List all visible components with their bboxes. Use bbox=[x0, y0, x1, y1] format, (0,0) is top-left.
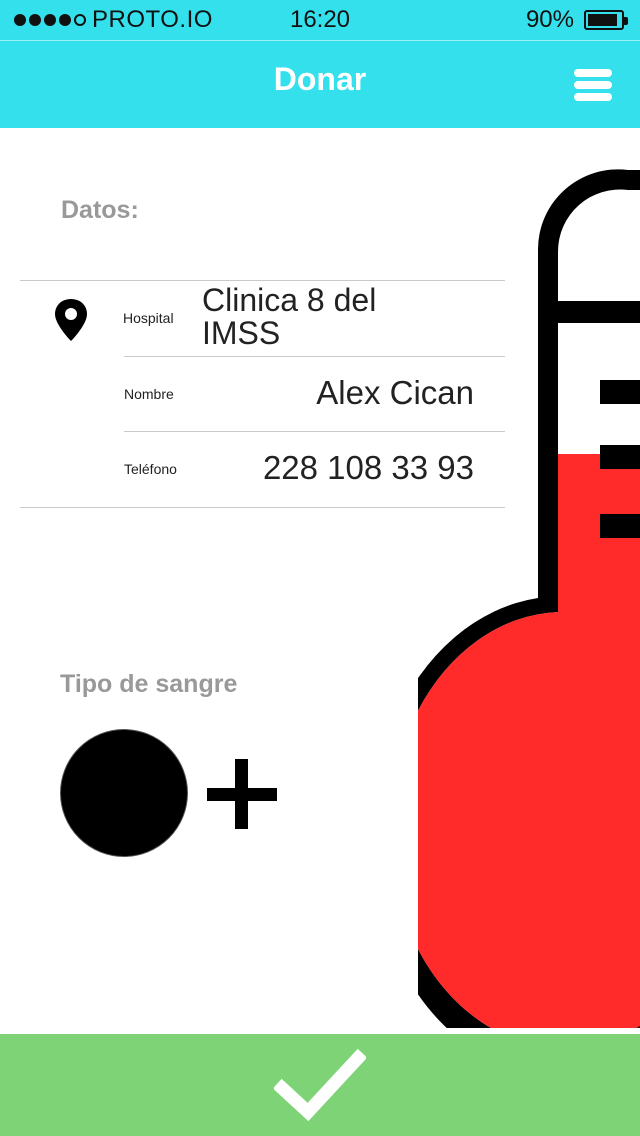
page-title: Donar bbox=[273, 61, 367, 97]
black-circle-icon[interactable] bbox=[60, 729, 188, 857]
divider-nombre bbox=[124, 431, 505, 432]
telefono-label: Teléfono bbox=[124, 461, 177, 477]
hospital-label: Hospital bbox=[123, 310, 174, 326]
battery-icon bbox=[584, 10, 628, 30]
nav-bar: Donar bbox=[0, 40, 640, 128]
location-pin-icon bbox=[55, 299, 87, 341]
nombre-label: Nombre bbox=[124, 386, 174, 402]
hamburger-menu-icon[interactable] bbox=[574, 69, 612, 101]
telefono-value[interactable]: 228 108 33 93 bbox=[263, 449, 474, 487]
plus-icon[interactable] bbox=[207, 759, 277, 829]
hospital-value[interactable]: Clinica 8 del IMSS bbox=[202, 284, 432, 350]
blood-type-label: Tipo de sangre bbox=[60, 670, 238, 698]
checkmark-icon bbox=[274, 1048, 366, 1122]
nombre-value[interactable]: Alex Cican bbox=[316, 374, 474, 412]
divider-top bbox=[20, 280, 505, 281]
battery-percent: 90% bbox=[525, 6, 574, 33]
divider-hospital bbox=[124, 356, 505, 357]
confirm-button[interactable] bbox=[0, 1034, 640, 1136]
thermometer-icon bbox=[418, 169, 640, 1028]
status-bar: PROTO.IO 16:20 90% bbox=[0, 0, 640, 40]
divider-bottom bbox=[20, 507, 505, 508]
battery-indicator: 90% bbox=[525, 6, 628, 34]
datos-label: Datos: bbox=[61, 196, 139, 224]
